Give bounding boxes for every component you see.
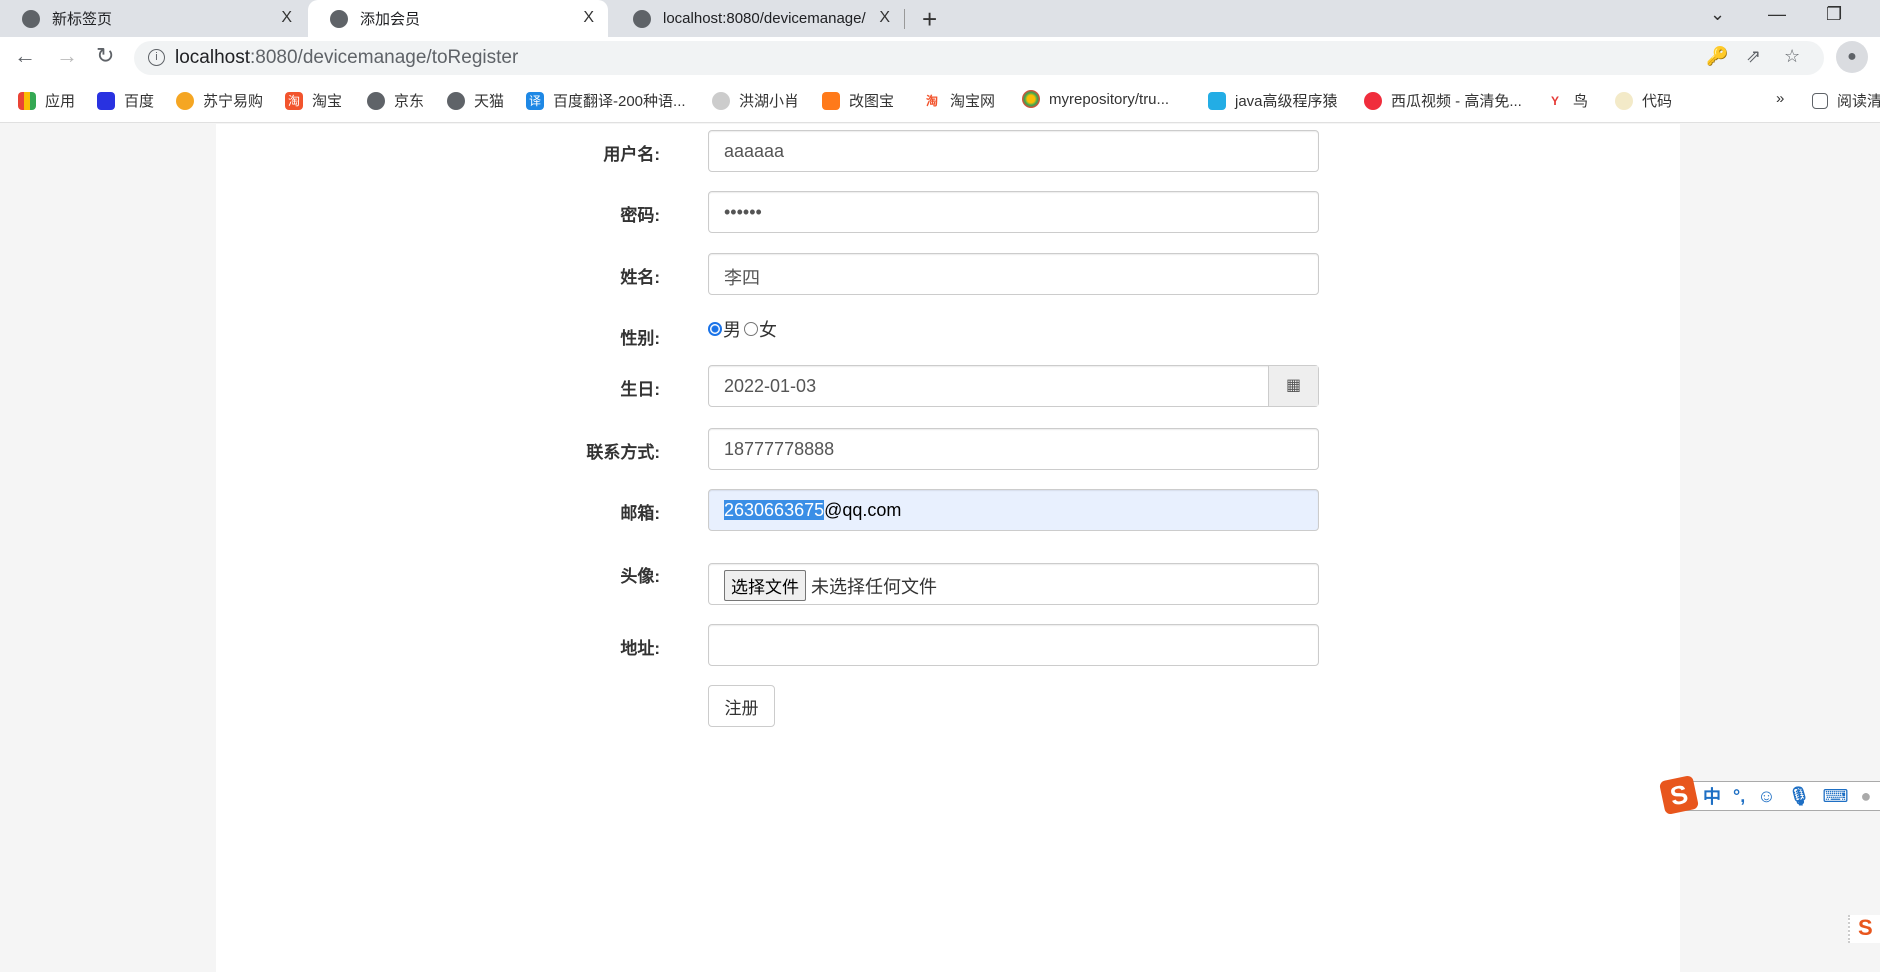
selected-text: 2630663675 [724,500,825,520]
bookmark-item[interactable]: myrepository/tru... [1022,90,1169,108]
ime-punct[interactable]: °, [1733,786,1745,807]
ime-mode[interactable]: 中 [1703,783,1721,809]
reading-list-icon [1812,92,1828,109]
name-label: 姓名: [620,268,660,287]
gender-male-radio[interactable] [708,322,722,336]
file-status: 未选择任何文件 [811,577,937,597]
restore-icon[interactable]: ❐ [1826,4,1842,25]
avatar-file-input[interactable]: 选择文件 未选择任何文件 [708,563,1319,605]
chrome-icon [22,9,40,28]
close-tab-icon[interactable]: X [583,9,594,27]
xigua-icon [1364,91,1382,110]
register-button[interactable]: 注册 [708,685,775,727]
repo-icon [1022,90,1040,108]
bookmark-item[interactable]: 百度 [97,90,154,111]
ime-toolbar[interactable]: 中 °, ☺ 🎙 ⌨ ● ■ [1680,781,1880,811]
bookmark-item[interactable]: 译百度翻译-200种语... [526,90,686,111]
close-tab-icon[interactable]: X [879,9,890,27]
user-icon[interactable]: ● [1860,786,1871,807]
gaitubao-icon [822,91,840,110]
address-input[interactable] [708,624,1319,666]
tab-search-icon[interactable]: ⌄ [1710,4,1725,25]
info-icon[interactable]: i [148,49,165,66]
emoji-icon[interactable]: ☺ [1757,786,1775,807]
tab-add-member[interactable]: 添加会员 X [308,0,608,37]
bookmark-item[interactable]: 淘淘宝 [285,90,342,111]
username-input[interactable]: aaaaaa [708,130,1319,172]
bookmark-item[interactable]: 改图宝 [822,90,894,111]
tab-localhost[interactable]: localhost:8080/devicemanage/ X [611,0,904,37]
bookmark-item[interactable]: Y鸟 [1546,90,1588,111]
close-tab-icon[interactable]: X [281,9,292,27]
birthday-label: 生日: [620,380,660,399]
address-label: 地址: [620,639,660,658]
minimize-icon[interactable]: — [1768,4,1786,25]
globe-icon [633,9,651,28]
gender-female-radio[interactable] [744,322,758,336]
url-text: localhost:8080/devicemanage/toRegister [175,47,519,68]
username-label: 用户名: [603,145,660,164]
sogou-logo[interactable]: S [1658,774,1700,816]
reload-icon[interactable]: ↻ [96,43,114,69]
bookmark-item[interactable]: 天猫 [447,90,504,111]
bird-icon: Y [1546,91,1564,110]
calendar-icon[interactable]: ▦ [1268,366,1318,406]
bird-icon [712,91,730,110]
password-input[interactable]: •••••• [708,191,1319,233]
choose-file-button[interactable]: 选择文件 [724,570,806,601]
phone-input[interactable]: 18777778888 [708,428,1319,470]
phone-label: 联系方式: [586,443,660,462]
forward-icon[interactable]: → [56,43,78,69]
gender-radio-group: 男 女 [708,316,777,342]
globe-icon [447,91,465,110]
baidu-icon [97,91,115,110]
bilibili-icon [1208,91,1226,110]
back-icon[interactable]: ← [14,43,36,69]
toolbar: ← → ↻ i localhost:8080/devicemanage/toRe… [0,37,1880,79]
profile-avatar[interactable]: ● [1836,41,1868,73]
name-input[interactable]: 李四 [708,253,1319,295]
globe-icon [367,91,385,110]
star-icon[interactable]: ☆ [1784,46,1800,67]
reading-list[interactable]: 阅读清 [1812,90,1880,111]
bookmark-item[interactable]: java高级程序猿 [1208,90,1338,111]
avatar-label: 头像: [620,567,660,586]
code-icon [1615,91,1633,110]
translate-icon: 译 [526,91,544,110]
new-tab-button[interactable]: + [922,4,937,35]
key-icon[interactable]: 🔑 [1706,46,1728,67]
bookmark-item[interactable]: 淘淘宝网 [923,90,995,111]
bookmark-item[interactable]: 西瓜视频 - 高清免... [1364,90,1522,111]
bookmarks-bar: 应用 百度 苏宁易购 淘淘宝 京东 天猫 译百度翻译-200种语... 洪湖小肖… [0,79,1880,123]
tab-bar: 新标签页 X 添加会员 X localhost:8080/devicemanag… [0,0,1880,37]
email-label: 邮箱: [620,504,660,523]
address-bar[interactable]: i localhost:8080/devicemanage/toRegister… [134,41,1824,75]
mic-icon[interactable]: 🎙 [1788,786,1811,807]
globe-icon [330,9,348,28]
password-label: 密码: [620,206,660,225]
tab-separator [904,9,905,29]
taobao-icon: 淘 [923,91,941,110]
bookmark-item[interactable]: 洪湖小肖 [712,90,799,111]
share-icon[interactable]: ⇗ [1746,46,1761,67]
keyboard-icon[interactable]: ⌨ [1822,786,1848,807]
bookmark-item[interactable]: 苏宁易购 [176,90,263,111]
bookmark-item[interactable]: 代码 [1615,90,1672,111]
email-input[interactable]: 2630663675@qq.com [708,489,1319,531]
apps-grid-icon [18,91,36,110]
suning-icon [176,91,194,110]
taobao-icon: 淘 [285,91,303,110]
sogou-mini-logo[interactable]: S [1848,915,1880,943]
bookmark-apps[interactable]: 应用 [18,90,75,111]
birthday-input[interactable]: 2022-01-03 ▦ [708,365,1319,407]
bookmark-item[interactable]: 京东 [367,90,424,111]
page-content [216,124,1680,972]
gender-label: 性别: [620,329,660,348]
bookmarks-overflow[interactable]: » [1776,90,1784,107]
tab-new-tab[interactable]: 新标签页 X [0,0,306,37]
